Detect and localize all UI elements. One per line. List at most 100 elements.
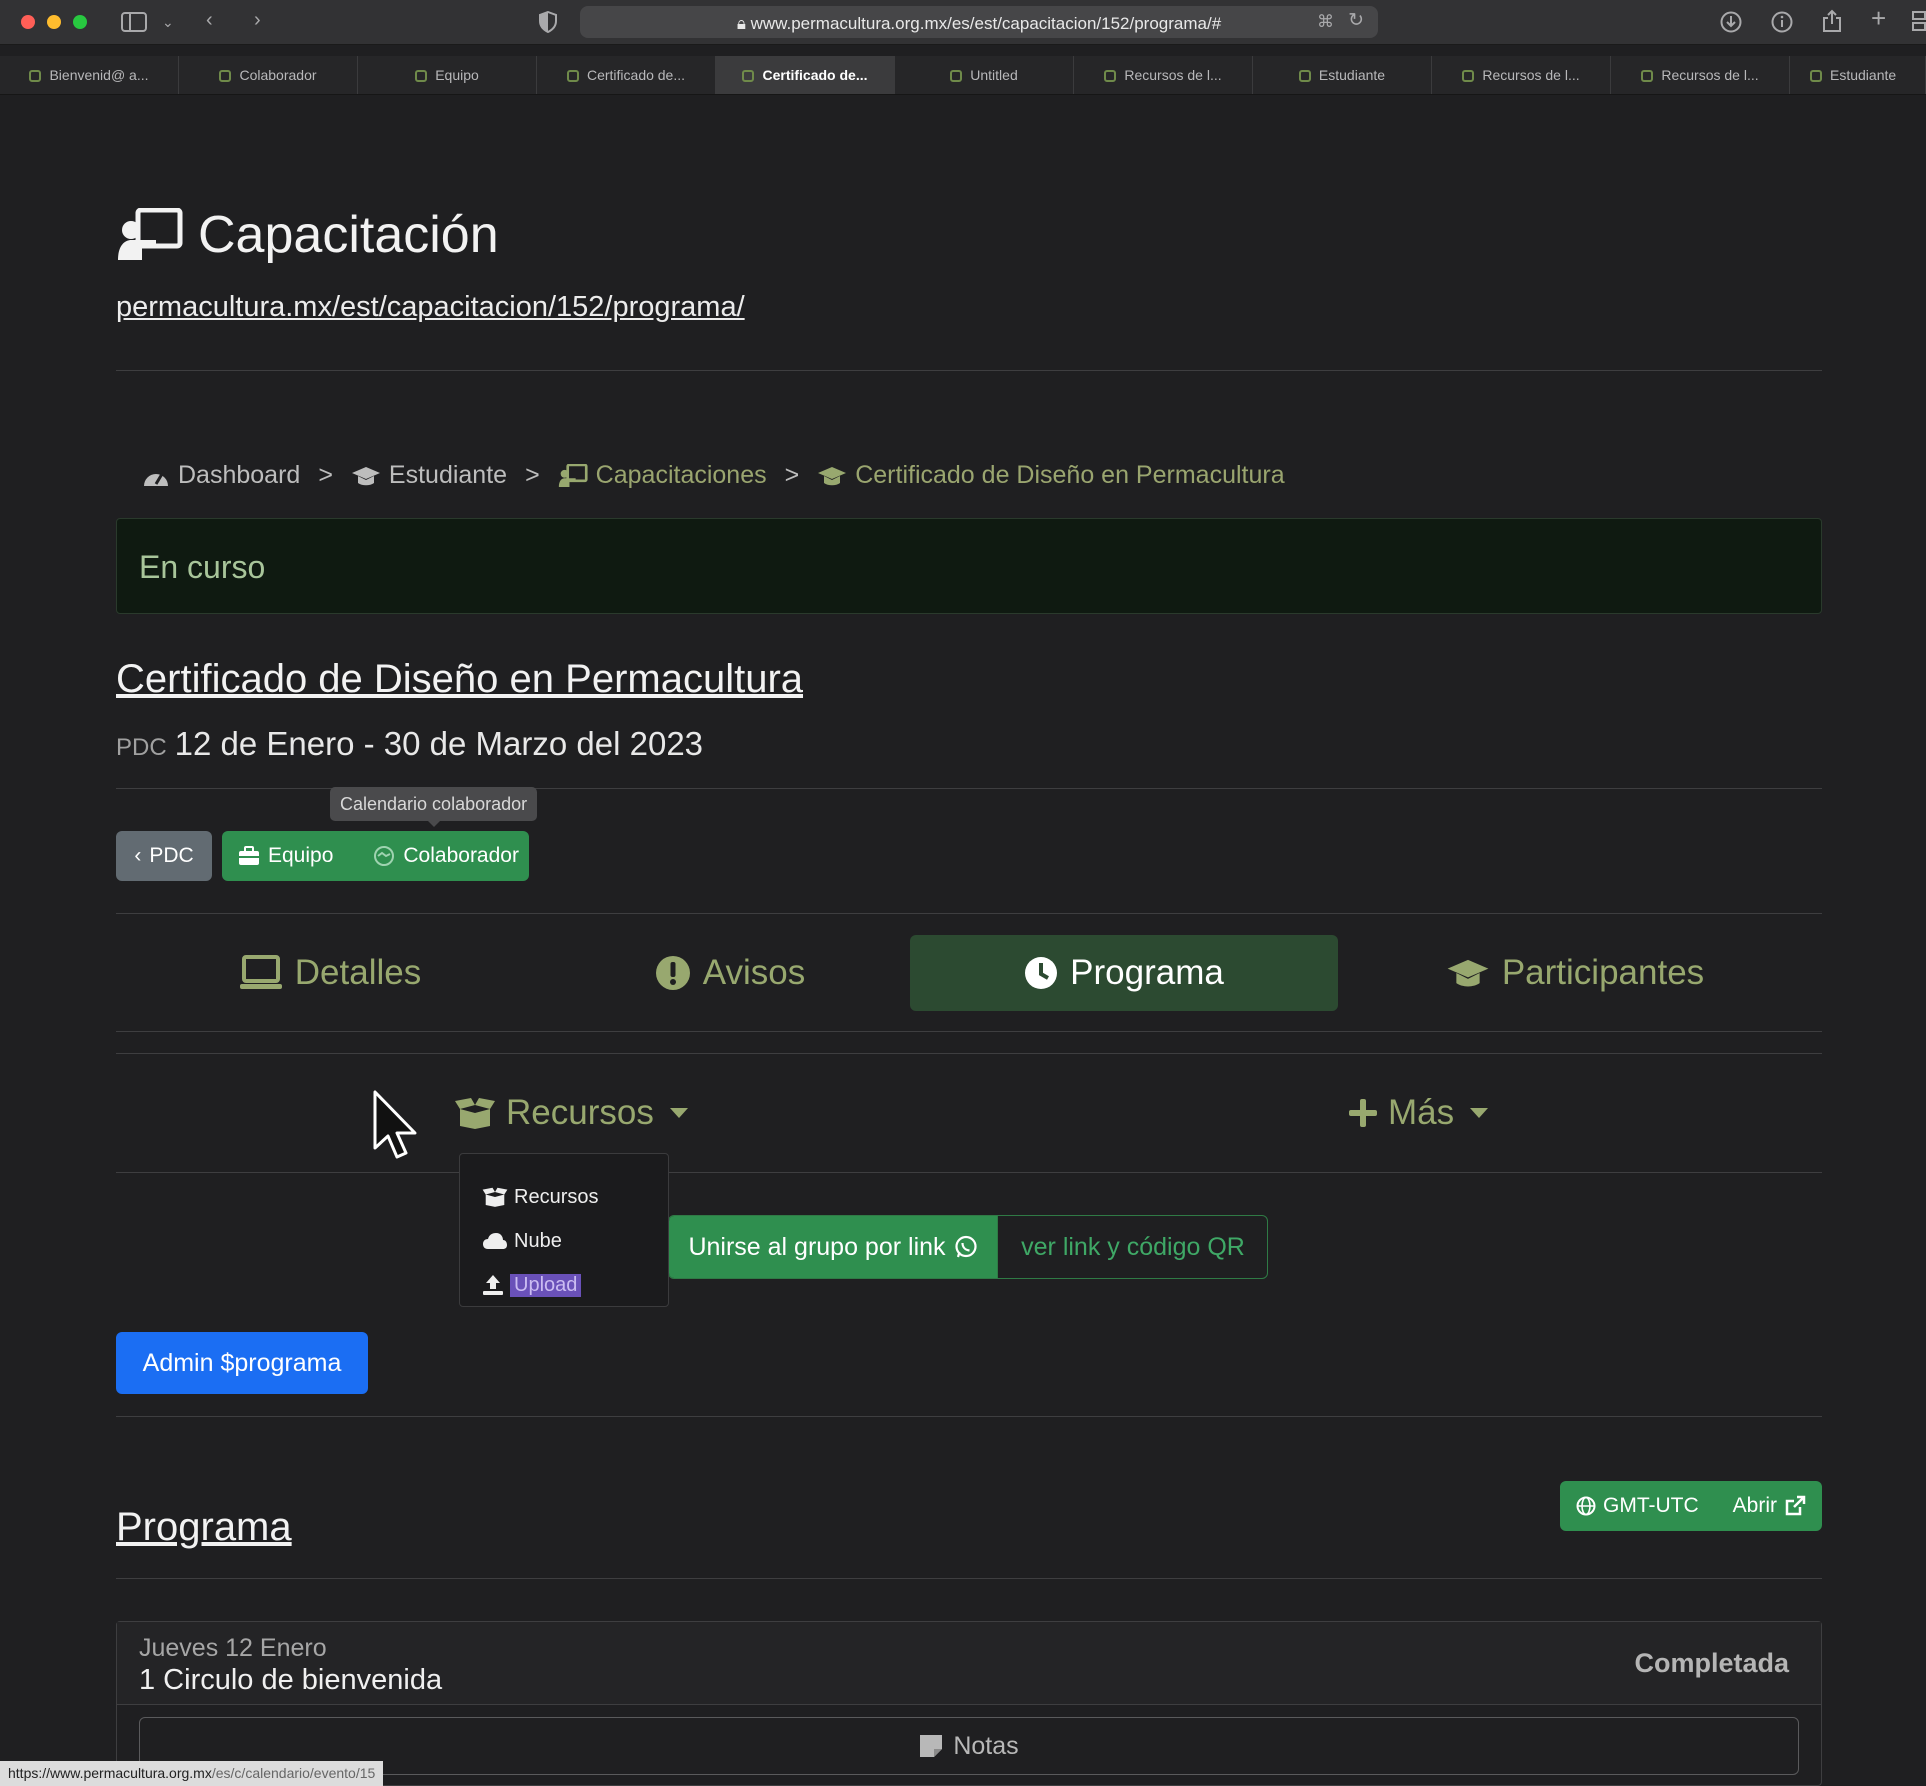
status-text: En curso bbox=[139, 549, 266, 585]
mas-dropdown-toggle[interactable]: Más bbox=[1348, 1093, 1489, 1133]
sidebar-toggle-icon[interactable] bbox=[121, 12, 147, 32]
course-date-range: 12 de Enero - 30 de Marzo del 2023 bbox=[174, 725, 704, 762]
new-tab-icon[interactable]: + bbox=[1871, 5, 1886, 31]
divider bbox=[116, 370, 1822, 371]
tab-programa[interactable]: Programa bbox=[910, 935, 1338, 1011]
caret-down-icon bbox=[669, 1108, 688, 1118]
favicon-icon bbox=[1810, 70, 1822, 82]
browser-tab[interactable]: Recursos de l... bbox=[1611, 56, 1790, 94]
favicon-icon bbox=[1641, 70, 1654, 82]
tachometer-icon bbox=[142, 464, 170, 488]
reload-icon[interactable]: ↻ bbox=[1348, 11, 1364, 31]
divider bbox=[116, 1578, 1822, 1579]
back-pdc-button[interactable]: ‹ PDC bbox=[116, 831, 212, 881]
favicon-icon bbox=[950, 70, 963, 82]
tab-avisos[interactable]: Avisos bbox=[516, 935, 944, 1011]
breadcrumb-dashboard[interactable]: Dashboard bbox=[142, 461, 300, 490]
page-title-text: Capacitación bbox=[198, 206, 499, 264]
share-icon[interactable] bbox=[1821, 9, 1843, 33]
forward-arrow-icon[interactable]: › bbox=[254, 10, 261, 30]
favicon-icon bbox=[1298, 70, 1311, 82]
browser-tab[interactable]: Recursos de l... bbox=[1432, 56, 1611, 94]
programa-actions: GMT-UTC Abrir bbox=[1560, 1481, 1822, 1531]
notes-button[interactable]: Notas bbox=[139, 1717, 1799, 1775]
breadcrumb-capacitaciones[interactable]: Capacitaciones bbox=[558, 461, 767, 490]
page-title: Capacitación bbox=[116, 205, 499, 265]
menu-item-nube[interactable]: Nube bbox=[482, 1224, 562, 1258]
translate-icon[interactable]: ⌘ bbox=[1317, 12, 1334, 32]
browser-tab[interactable]: Colaborador bbox=[179, 56, 358, 94]
briefcase-icon bbox=[238, 846, 260, 866]
programa-title-link[interactable]: Programa bbox=[116, 1505, 292, 1550]
breadcrumb-separator: > bbox=[318, 461, 333, 489]
breadcrumb-estudiante[interactable]: Estudiante bbox=[351, 461, 507, 490]
view-link-qr-button[interactable]: ver link y código QR bbox=[997, 1216, 1267, 1278]
recursos-dropdown-toggle[interactable]: Recursos bbox=[454, 1093, 688, 1133]
downloads-icon[interactable] bbox=[1720, 11, 1742, 33]
cloud-icon bbox=[482, 1232, 508, 1250]
whatsapp-icon bbox=[954, 1235, 978, 1259]
exclamation-circle-icon bbox=[655, 955, 691, 991]
graduation-cap-icon bbox=[817, 465, 847, 487]
shield-icon[interactable] bbox=[538, 11, 558, 33]
info-icon[interactable] bbox=[1771, 11, 1793, 33]
timezone-button[interactable]: GMT-UTC bbox=[1576, 1494, 1699, 1518]
tab-detalles[interactable]: Detalles bbox=[116, 935, 544, 1011]
sticky-note-icon bbox=[919, 1734, 943, 1758]
favicon-icon bbox=[415, 70, 428, 82]
close-window-button[interactable] bbox=[21, 15, 35, 29]
tab-participantes[interactable]: Participantes bbox=[1361, 935, 1789, 1011]
course-title-link[interactable]: Certificado de Diseño en Permacultura bbox=[116, 657, 803, 702]
browser-tab[interactable]: Recursos de l... bbox=[1074, 56, 1253, 94]
join-group-button[interactable]: Unirse al grupo por link bbox=[669, 1216, 997, 1278]
mouse-cursor-icon bbox=[372, 1090, 418, 1160]
breadcrumb-separator: > bbox=[525, 461, 540, 489]
browser-tab-active[interactable]: Certificado de... bbox=[716, 56, 895, 94]
breadcrumb-separator: > bbox=[784, 461, 800, 489]
favicon-icon bbox=[566, 70, 579, 82]
back-arrow-icon[interactable]: ‹ bbox=[206, 10, 213, 30]
chevron-down-icon[interactable]: ⌄ bbox=[162, 12, 174, 32]
course-code: PDC bbox=[116, 734, 167, 761]
favicon-icon bbox=[1104, 70, 1117, 82]
address-bar[interactable]: 🔒︎ www.permacultura.org.mx/es/est/capaci… bbox=[580, 6, 1378, 38]
browser-tab[interactable]: Estudiante bbox=[1253, 56, 1432, 94]
globe-icon bbox=[1576, 1496, 1596, 1516]
box-open-icon bbox=[482, 1187, 508, 1207]
breadcrumb: Dashboard > Estudiante > Capacitaciones … bbox=[142, 461, 1285, 490]
maximize-window-button[interactable] bbox=[73, 15, 87, 29]
menu-item-recursos[interactable]: Recursos bbox=[482, 1180, 598, 1214]
favicon-icon bbox=[1462, 70, 1475, 82]
browser-tab-strip: Bienvenid@ a... Colaborador Equipo Certi… bbox=[0, 56, 1926, 95]
status-alert: En curso bbox=[116, 518, 1822, 614]
minimize-window-button[interactable] bbox=[47, 15, 61, 29]
page-url-link[interactable]: permacultura.mx/est/capacitacion/152/pro… bbox=[116, 291, 745, 324]
breadcrumb-certificado[interactable]: Certificado de Diseño en Permacultura bbox=[817, 461, 1285, 490]
lock-icon: 🔒︎ bbox=[736, 14, 751, 33]
event-status-badge: Completada bbox=[1634, 1648, 1789, 1678]
browser-tab[interactable]: Certificado de... bbox=[537, 56, 716, 94]
whatsapp-group-button-group: Unirse al grupo por link ver link y códi… bbox=[668, 1215, 1268, 1279]
divider bbox=[116, 913, 1822, 914]
browser-tab[interactable]: Untitled bbox=[895, 56, 1074, 94]
event-header[interactable]: Jueves 12 Enero 1 Circulo de bienvenida … bbox=[117, 1622, 1821, 1705]
browser-tab[interactable]: Equipo bbox=[358, 56, 537, 94]
browser-tab[interactable]: Estudiante bbox=[1790, 56, 1926, 94]
laptop-icon bbox=[239, 955, 283, 991]
browser-tab[interactable]: Bienvenid@ a... bbox=[0, 56, 179, 94]
caret-down-icon bbox=[1470, 1108, 1489, 1118]
colaborador-button[interactable]: Colaborador bbox=[357, 831, 535, 881]
browser-titlebar: ⌄ ‹ › 🔒︎ www.permacultura.org.mx/es/est/… bbox=[0, 0, 1926, 45]
chalkboard-teacher-icon bbox=[558, 463, 588, 488]
team-button-group: Equipo Colaborador bbox=[222, 831, 529, 881]
equipo-button[interactable]: Equipo bbox=[222, 831, 349, 881]
content-tabs: Detalles Avisos Programa Participantes bbox=[116, 935, 1822, 1011]
open-external-button[interactable]: Abrir bbox=[1733, 1494, 1806, 1518]
graduation-cap-icon bbox=[351, 465, 381, 487]
tooltip: Calendario colaborador bbox=[330, 787, 538, 827]
chalkboard-teacher-icon bbox=[116, 208, 184, 262]
admin-programa-button[interactable]: Admin $programa bbox=[116, 1332, 368, 1394]
tab-overview-icon[interactable] bbox=[1912, 11, 1926, 31]
menu-item-upload[interactable]: Upload bbox=[482, 1268, 582, 1302]
event-date: Jueves 12 Enero bbox=[139, 1634, 327, 1662]
